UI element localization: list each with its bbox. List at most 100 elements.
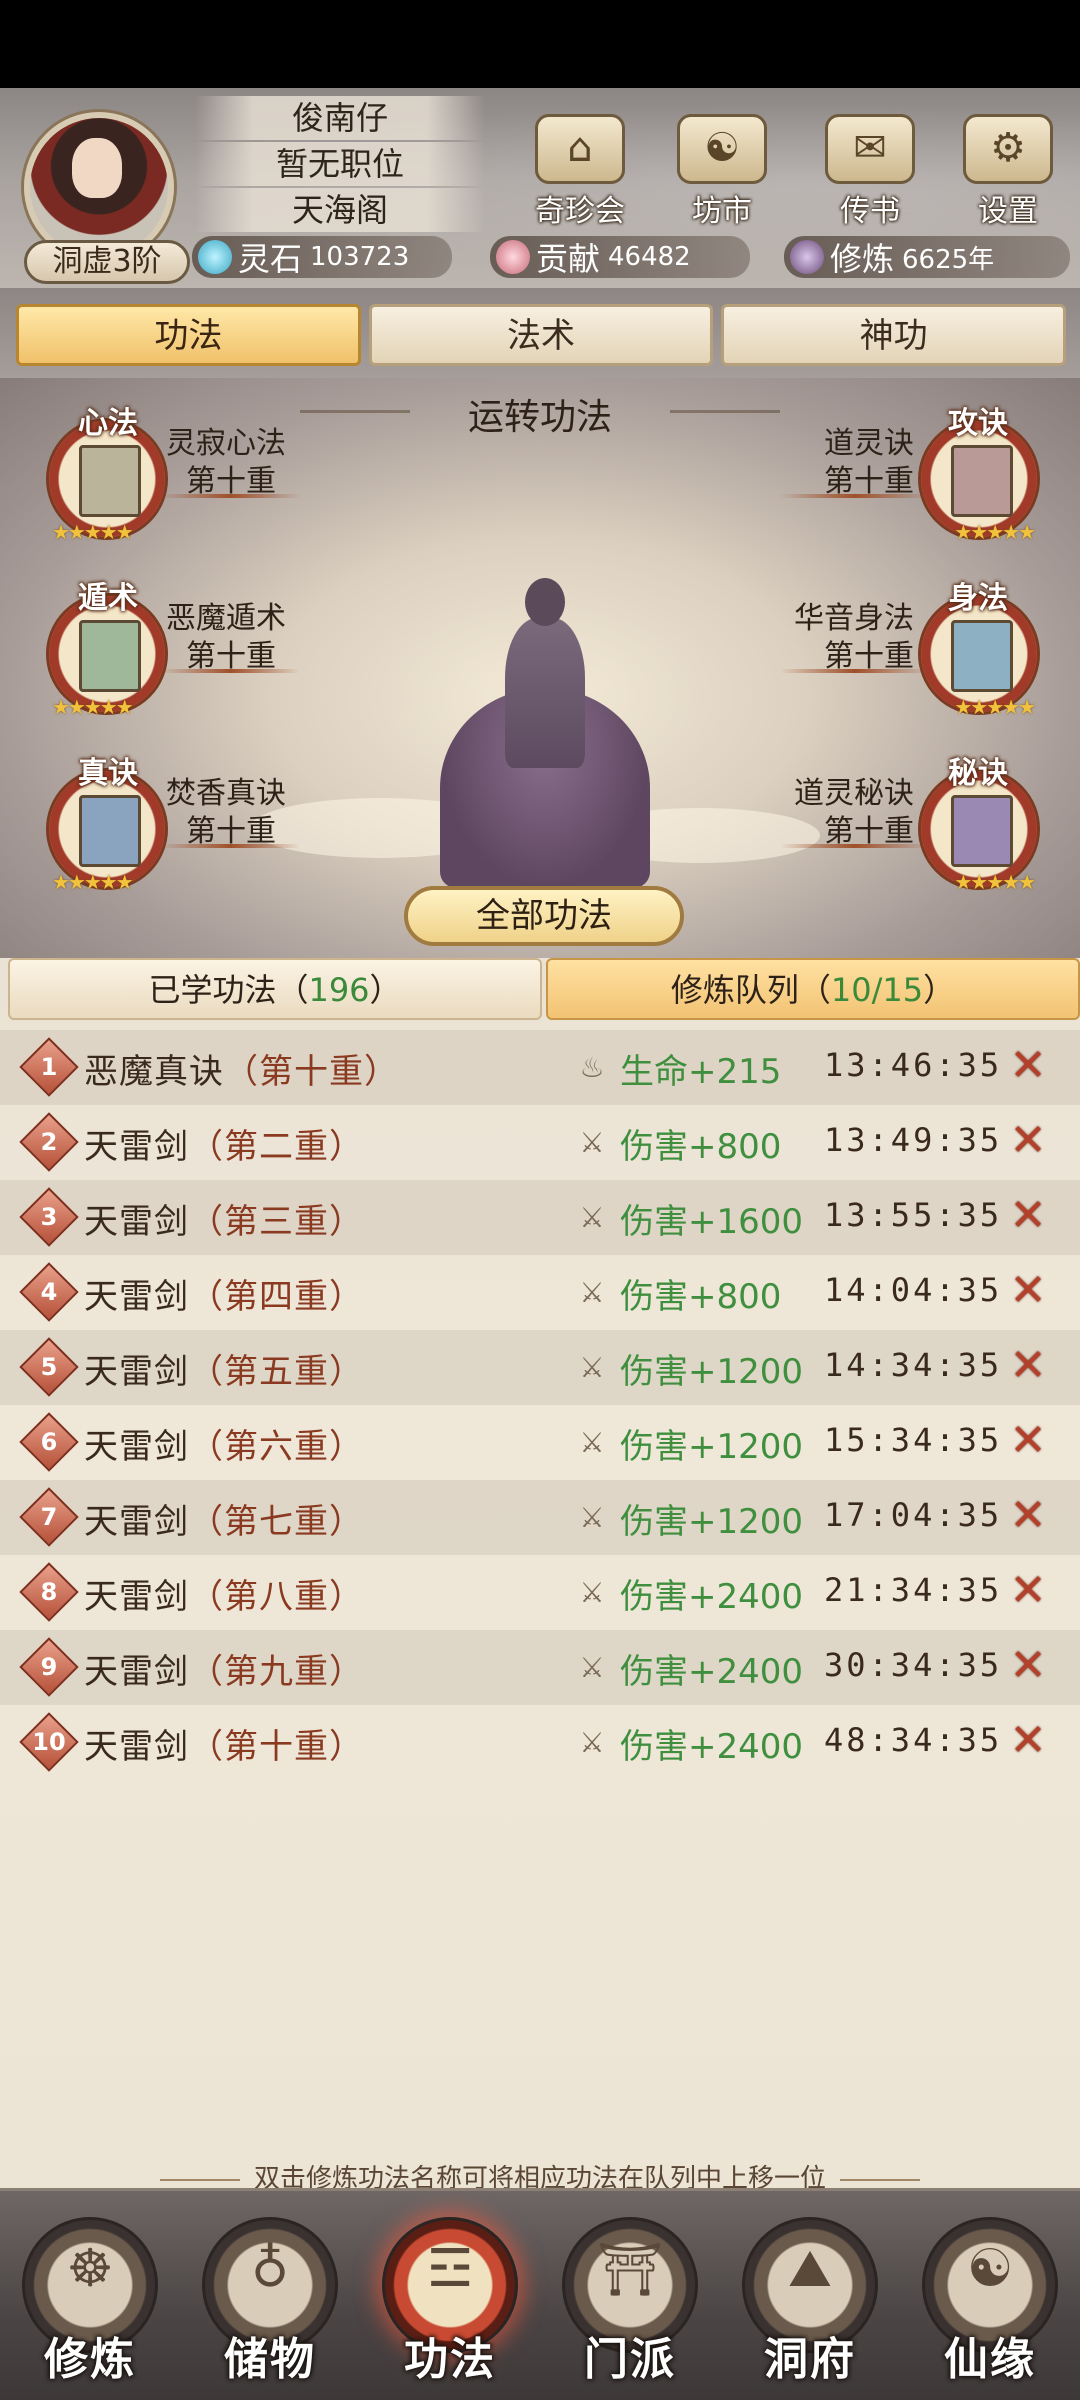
- skill-category: 真诀: [78, 756, 138, 791]
- technique-glyph: ☲: [426, 2238, 474, 2299]
- player-position: 暂无职位: [195, 142, 485, 186]
- queue-row[interactable]: 3 天雷剑（第三重） ⚔ 伤害+1600 13:55:35 ✕: [0, 1180, 1080, 1255]
- avatar[interactable]: 洞虚3阶: [10, 98, 190, 284]
- tab-divine-arts[interactable]: 神功: [721, 304, 1067, 366]
- nav-storage[interactable]: ♁ 储物: [190, 2201, 350, 2391]
- queue-index: 4: [40, 1278, 58, 1306]
- nav-sect[interactable]: ⛩ 门派: [550, 2201, 710, 2391]
- skill-category: 攻诀: [948, 406, 1008, 441]
- queue-row[interactable]: 5 天雷剑（第五重） ⚔ 伤害+1200 14:34:35 ✕: [0, 1330, 1080, 1405]
- technique-name: 天雷剑: [84, 1352, 189, 1392]
- skill-slot-secret[interactable]: 秘诀 ★★★★★ 道灵秘诀 第十重: [780, 748, 1080, 898]
- queue-technique-name[interactable]: 天雷剑（第十重）: [84, 1719, 364, 1768]
- market-button[interactable]: ☯ 坊市: [662, 114, 782, 229]
- queue-row[interactable]: 6 天雷剑（第六重） ⚔ 伤害+1200 15:34:35 ✕: [0, 1405, 1080, 1480]
- queue-index-badge: 5: [19, 1337, 79, 1397]
- queue-effect: 生命+215: [620, 1052, 782, 1092]
- list-tabs: 已学功法（196） 修炼队列（10/15）: [8, 958, 1080, 1020]
- skill-slot-true-art[interactable]: 真诀 ★★★★★ 焚香真诀 第十重: [0, 748, 300, 898]
- technique-level: （第六重）: [189, 1427, 364, 1467]
- tab-cultivation-queue[interactable]: 修炼队列（10/15）: [546, 958, 1080, 1020]
- skill-stars: ★★★★★: [954, 520, 1036, 544]
- queue-index-badge: 1: [19, 1037, 79, 1097]
- nav-techniques[interactable]: ☲ 功法: [370, 2201, 530, 2391]
- tab-techniques[interactable]: 功法: [16, 304, 361, 366]
- treasure-pavilion-button[interactable]: ⌂ 奇珍会: [520, 114, 640, 229]
- damage-icon: ⚔: [579, 1351, 605, 1384]
- queue-technique-name[interactable]: 天雷剑（第九重）: [84, 1644, 364, 1693]
- technique-name: 天雷剑: [84, 1202, 189, 1242]
- all-techniques-button[interactable]: 全部功法: [404, 886, 684, 946]
- remove-icon[interactable]: ✕: [1004, 1042, 1052, 1090]
- damage-icon: ⚔: [579, 1201, 605, 1234]
- remove-icon[interactable]: ✕: [1004, 1192, 1052, 1240]
- queue-row[interactable]: 2 天雷剑（第二重） ⚔ 伤害+800 13:49:35 ✕: [0, 1105, 1080, 1180]
- remove-icon[interactable]: ✕: [1004, 1417, 1052, 1465]
- queue-time: 48:34:35: [824, 1721, 1003, 1759]
- letters-button[interactable]: ✉ 传书: [810, 114, 930, 229]
- settings-button[interactable]: ⚙ 设置: [948, 114, 1068, 229]
- queue-effect: 伤害+1200: [620, 1352, 804, 1392]
- damage-icon: ⚔: [579, 1126, 605, 1159]
- queue-index: 5: [40, 1353, 58, 1381]
- queue-row[interactable]: 1 恶魔真诀（第十重） ♨ 生命+215 13:46:35 ✕: [0, 1030, 1080, 1105]
- queue-effect: 伤害+2400: [620, 1577, 804, 1617]
- remove-icon[interactable]: ✕: [1004, 1717, 1052, 1765]
- player-sect: 天海阁: [195, 188, 485, 232]
- queue-effect: 伤害+1600: [620, 1202, 804, 1242]
- remove-icon[interactable]: ✕: [1004, 1642, 1052, 1690]
- queue-row[interactable]: 4 天雷剑（第四重） ⚔ 伤害+800 14:04:35 ✕: [0, 1255, 1080, 1330]
- technique-level: （第十重）: [189, 1727, 364, 1767]
- remove-icon[interactable]: ✕: [1004, 1342, 1052, 1390]
- treasure-pavilion-icon: ⌂: [535, 114, 625, 184]
- queue-row[interactable]: 7 天雷剑（第七重） ⚔ 伤害+1200 17:04:35 ✕: [0, 1480, 1080, 1555]
- bottom-nav: ☸ 修炼 ♁ 储物 ☲ 功法 ⛩ 门派 ⛰ 洞府 ☯ 仙缘: [0, 2188, 1080, 2400]
- queue-technique-name[interactable]: 恶魔真诀（第十重）: [84, 1044, 399, 1093]
- queue-technique-name[interactable]: 天雷剑（第六重）: [84, 1419, 364, 1468]
- remove-icon[interactable]: ✕: [1004, 1567, 1052, 1615]
- queue-index-badge: 9: [19, 1637, 79, 1697]
- damage-icon: ⚔: [579, 1276, 605, 1309]
- queue-time: 13:49:35: [824, 1121, 1003, 1159]
- queue-time: 15:34:35: [824, 1421, 1003, 1459]
- skill-slot-escape[interactable]: 遁术 ★★★★★ 恶魔遁术 第十重: [0, 573, 300, 723]
- nav-label: 储物: [224, 2333, 316, 2385]
- queue-technique-name[interactable]: 天雷剑（第七重）: [84, 1494, 364, 1543]
- queue-effect: 伤害+1200: [620, 1427, 804, 1467]
- remove-icon[interactable]: ✕: [1004, 1492, 1052, 1540]
- remove-icon[interactable]: ✕: [1004, 1117, 1052, 1165]
- nav-immortal-fate[interactable]: ☯ 仙缘: [910, 2201, 1070, 2391]
- queue-technique-name[interactable]: 天雷剑（第三重）: [84, 1194, 364, 1243]
- nav-cultivate[interactable]: ☸ 修炼: [10, 2201, 170, 2391]
- queue-index-badge: 2: [19, 1112, 79, 1172]
- settings-label: 设置: [978, 194, 1038, 229]
- nav-cave-abode[interactable]: ⛰ 洞府: [730, 2201, 890, 2391]
- player-info: 俊南仔 暂无职位 天海阁: [195, 96, 485, 234]
- damage-icon: ⚔: [579, 1501, 605, 1534]
- contribution-label: 贡献: [536, 240, 601, 278]
- tab-spells[interactable]: 法术: [368, 304, 714, 366]
- queue-row[interactable]: 9 天雷剑（第九重） ⚔ 伤害+2400 30:34:35 ✕: [0, 1630, 1080, 1705]
- queue-index-badge: 3: [19, 1187, 79, 1247]
- letters-label: 传书: [840, 194, 900, 229]
- skill-slot-attack[interactable]: 攻诀 ★★★★★ 道灵诀 第十重: [780, 398, 1080, 548]
- remove-icon[interactable]: ✕: [1004, 1267, 1052, 1315]
- skill-slot-movement[interactable]: 身法 ★★★★★ 华音身法 第十重: [780, 573, 1080, 723]
- technique-level: （第五重）: [189, 1352, 364, 1392]
- queue-row[interactable]: 10 天雷剑（第十重） ⚔ 伤害+2400 48:34:35 ✕: [0, 1705, 1080, 1780]
- queue-technique-name[interactable]: 天雷剑（第二重）: [84, 1119, 364, 1168]
- queue-index: 10: [32, 1728, 66, 1756]
- queue-index-badge: 7: [19, 1487, 79, 1547]
- queue-row[interactable]: 8 天雷剑（第八重） ⚔ 伤害+2400 21:34:35 ✕: [0, 1555, 1080, 1630]
- tab-learned-techniques[interactable]: 已学功法（196）: [8, 958, 542, 1020]
- queue-technique-name[interactable]: 天雷剑（第八重）: [84, 1569, 364, 1618]
- player-name: 俊南仔: [195, 96, 485, 140]
- contribution-resource: 贡献 46482: [490, 236, 750, 278]
- queue-time: 21:34:35: [824, 1571, 1003, 1609]
- nav-label: 门派: [584, 2333, 676, 2385]
- queue-index-badge: 10: [19, 1712, 79, 1772]
- queue-technique-name[interactable]: 天雷剑（第五重）: [84, 1344, 364, 1393]
- queue-technique-name[interactable]: 天雷剑（第四重）: [84, 1269, 364, 1318]
- skill-slot-xinfa[interactable]: 心法 ★★★★★ 灵寂心法 第十重: [0, 398, 300, 548]
- cultivation-label: 修炼: [830, 240, 895, 278]
